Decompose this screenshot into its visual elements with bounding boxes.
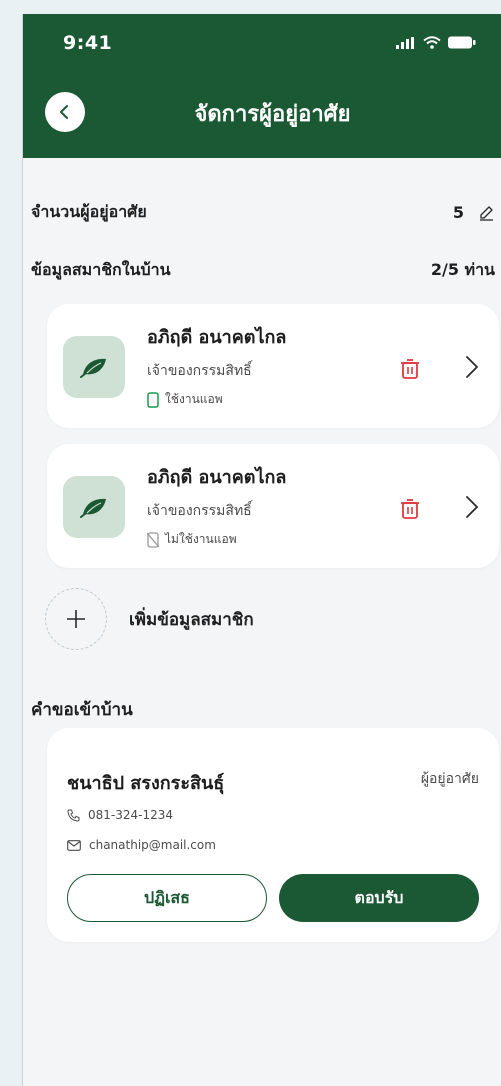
request-name: ชนาธิป สรงกระสินธุ์ <box>67 773 225 794</box>
member-app-status: ไม่ใช้งานแอพ <box>147 530 237 549</box>
member-role: เจ้าของกรรมสิทธิ์ <box>147 503 252 519</box>
chevron-right-icon[interactable] <box>461 354 483 380</box>
member-card[interactable]: อภิฤดี อนาคตไกล เจ้าของกรรมสิทธิ์ ใช้งาน… <box>47 304 499 428</box>
add-member-label: เพิ่มข้อมูลสมาชิก <box>129 609 254 630</box>
battery-icon <box>448 36 476 49</box>
signal-icon <box>396 36 414 49</box>
member-card[interactable]: อภิฤดี อนาคตไกล เจ้าของกรรมสิทธิ์ ไม่ใช้… <box>47 444 499 568</box>
member-app-status-label: ไม่ใช้งานแอพ <box>165 532 237 546</box>
request-email-row: chanathip@mail.com <box>67 838 216 852</box>
add-circle <box>45 588 107 650</box>
request-email: chanathip@mail.com <box>89 838 216 852</box>
members-count: 2/5 ท่าน <box>430 260 495 279</box>
leaf-icon <box>80 498 106 518</box>
phone-icon <box>67 809 80 822</box>
add-member-button[interactable]: เพิ่มข้อมูลสมาชิก <box>45 588 254 650</box>
avatar <box>63 476 125 538</box>
member-name: อภิฤดี อนาคตไกล <box>147 467 287 488</box>
requests-section-title: คำขอเข้าบ้าน <box>31 700 133 720</box>
phone-device-icon <box>147 391 159 408</box>
app-header: 9:41 จัดการผู้อยู่อาศัย <box>23 14 501 158</box>
edit-pencil-icon[interactable] <box>478 204 495 221</box>
resident-count-value: 5 <box>452 203 464 222</box>
reject-button[interactable]: ปฏิเสธ <box>67 874 267 922</box>
resident-count-label: จำนวนผู้อยู่อาศัย <box>31 202 147 221</box>
request-phone: 081-324-1234 <box>88 808 174 822</box>
status-icons <box>396 36 476 49</box>
request-phone-row: 081-324-1234 <box>67 808 173 822</box>
member-app-status-label: ใช้งานแอพ <box>165 392 223 406</box>
resident-count-row: จำนวนผู้อยู่อาศัย 5 <box>31 200 495 225</box>
status-time: 9:41 <box>63 32 113 54</box>
plus-icon <box>67 610 85 628</box>
leaf-icon <box>80 358 106 378</box>
trash-icon[interactable] <box>399 358 421 380</box>
members-section-row: ข้อมูลสมาชิกในบ้าน 2/5 ท่าน <box>31 258 495 283</box>
members-section-label: ข้อมูลสมาชิกในบ้าน <box>31 260 171 279</box>
request-type: ผู้อยู่อาศัย <box>420 771 479 787</box>
request-card: ชนาธิป สรงกระสินธุ์ ผู้อยู่อาศัย 081-324… <box>47 728 499 942</box>
avatar <box>63 336 125 398</box>
accept-button[interactable]: ตอบรับ <box>279 874 479 922</box>
page-title: จัดการผู้อยู่อาศัย <box>194 102 351 127</box>
wifi-icon <box>423 36 441 49</box>
mail-icon <box>67 839 81 851</box>
phone-off-icon <box>147 531 159 548</box>
chevron-right-icon[interactable] <box>461 494 483 520</box>
member-role: เจ้าของกรรมสิทธิ์ <box>147 363 252 379</box>
trash-icon[interactable] <box>399 498 421 520</box>
phone-screen: 9:41 จัดการผู้อยู่อาศัย จำนวนผู้อยู่อาศั… <box>22 14 501 1086</box>
member-app-status: ใช้งานแอพ <box>147 390 223 409</box>
member-name: อภิฤดี อนาคตไกล <box>147 327 287 348</box>
